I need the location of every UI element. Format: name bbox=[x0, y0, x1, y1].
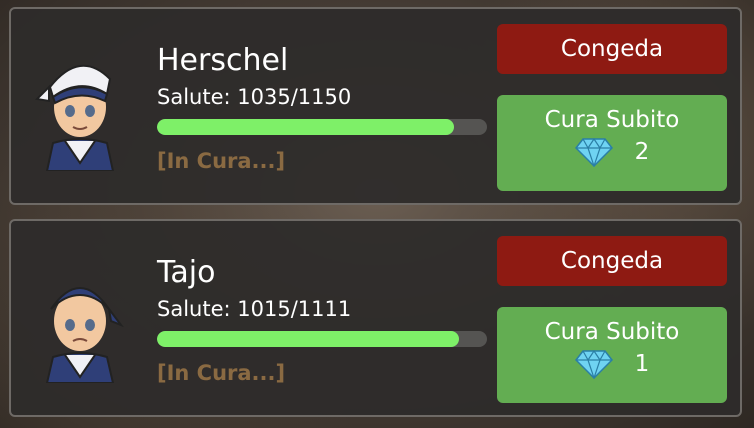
dismiss-button[interactable]: Congeda bbox=[497, 24, 727, 74]
health-bar-fill bbox=[157, 119, 454, 135]
health-bar-fill bbox=[157, 331, 459, 347]
heal-now-button[interactable]: Cura Subito 2 bbox=[497, 95, 727, 191]
sailor-avatar-herschel bbox=[35, 64, 115, 171]
health-bar bbox=[157, 331, 487, 347]
heal-now-button[interactable]: Cura Subito 1 bbox=[497, 307, 727, 403]
character-name: Tajo bbox=[157, 255, 216, 290]
character-card-herschel: Herschel Salute: 1035/1150 [In Cura...] … bbox=[9, 7, 742, 205]
dismiss-button[interactable]: Congeda bbox=[497, 236, 727, 286]
character-name: Herschel bbox=[157, 43, 289, 78]
status-text: [In Cura...] bbox=[157, 149, 286, 173]
gem-cost: 2 bbox=[634, 139, 650, 165]
diamond-icon bbox=[574, 137, 613, 167]
diamond-icon bbox=[574, 349, 613, 379]
sailor-avatar-tajo bbox=[45, 287, 124, 383]
status-text: [In Cura...] bbox=[157, 361, 286, 385]
health-text: Salute: 1015/1111 bbox=[157, 297, 352, 321]
gem-cost: 1 bbox=[634, 351, 650, 377]
health-text: Salute: 1035/1150 bbox=[157, 85, 352, 109]
health-bar bbox=[157, 119, 487, 135]
heal-now-label: Cura Subito bbox=[544, 107, 680, 133]
character-card-tajo: Tajo Salute: 1015/1111 [In Cura...] Cong… bbox=[9, 219, 742, 417]
heal-now-label: Cura Subito bbox=[544, 319, 680, 345]
